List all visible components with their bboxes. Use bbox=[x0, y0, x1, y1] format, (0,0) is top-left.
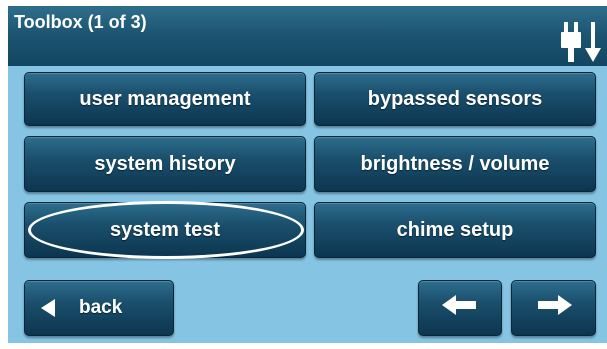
chime-setup-label: chime setup bbox=[396, 218, 514, 241]
user-management-label: user management bbox=[79, 87, 251, 110]
system-history-label: system history bbox=[94, 152, 236, 175]
system-test-label: system test bbox=[109, 218, 221, 241]
toolbox-screen: Toolbox (1 of 3) user management bypasse… bbox=[0, 0, 607, 349]
plug-power-down-icon bbox=[557, 20, 603, 64]
user-management-button[interactable]: user management bbox=[24, 72, 306, 126]
bypassed-sensors-label: bypassed sensors bbox=[367, 87, 543, 110]
back-button[interactable]: back bbox=[24, 280, 174, 336]
header-bar: Toolbox (1 of 3) bbox=[8, 6, 607, 66]
triangle-left-icon bbox=[41, 299, 55, 317]
arrow-right-icon bbox=[534, 293, 574, 323]
chime-setup-button[interactable]: chime setup bbox=[314, 202, 596, 258]
brightness-volume-label: brightness / volume bbox=[360, 152, 550, 175]
next-page-button[interactable] bbox=[511, 280, 596, 336]
page-title: Toolbox (1 of 3) bbox=[14, 12, 147, 32]
system-history-button[interactable]: system history bbox=[24, 136, 306, 192]
arrow-left-icon bbox=[440, 293, 480, 323]
bypassed-sensors-button[interactable]: bypassed sensors bbox=[314, 72, 596, 126]
back-label: back bbox=[79, 297, 123, 318]
previous-page-button[interactable] bbox=[418, 280, 502, 336]
brightness-volume-button[interactable]: brightness / volume bbox=[314, 136, 596, 192]
system-test-button[interactable]: system test bbox=[24, 202, 306, 258]
